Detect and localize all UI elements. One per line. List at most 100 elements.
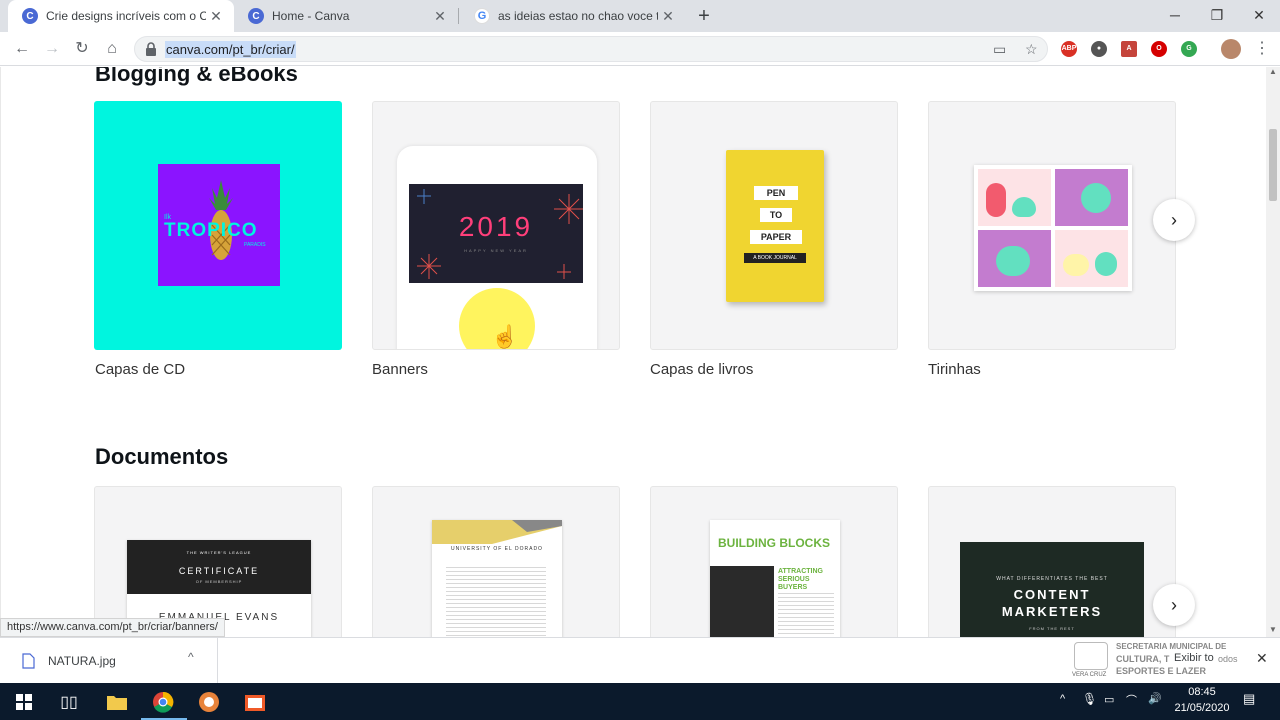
character-icon: [986, 183, 1006, 217]
url-text[interactable]: canva.com/pt_br/criar/: [165, 41, 296, 58]
presentation-title-text: CONTENT MARKETERS: [1001, 587, 1103, 619]
presentation-art: WHAT DIFFERENTIATES THE BEST CONTENT MAR…: [960, 542, 1144, 637]
tab-canva-designs[interactable]: C Crie designs incríveis com o Canva ✕: [8, 0, 234, 32]
close-tab-icon[interactable]: ✕: [658, 8, 678, 25]
tab-google-search[interactable]: G as ideias estao no chao voce tropeça ✕: [460, 0, 686, 32]
microphone-icon[interactable]: 🎙: [1082, 692, 1097, 706]
battery-icon[interactable]: ▭: [1104, 693, 1114, 706]
reload-button[interactable]: ↻: [70, 37, 94, 61]
tab-title: Crie designs incríveis com o Canva: [46, 9, 206, 23]
windows-taskbar: ▯▯ ^ 🎙 ▭ ⌒ 🔊 08:45 21/05/2020 ▤: [0, 683, 1280, 720]
google-favicon-icon: G: [474, 8, 490, 24]
book-sub-text: A BOOK JOURNAL: [744, 253, 806, 263]
scrollbar-thumb[interactable]: [1269, 129, 1277, 201]
notification-overlay: VERA CRUZ SECRETARIA MUNICIPAL DE CULTUR…: [1070, 638, 1248, 682]
notification-line-text: SECRETARIA MUNICIPAL DE: [1116, 642, 1227, 651]
certificate-title-text: CERTIFICATE: [178, 566, 260, 576]
banner-year-text: 2019: [458, 211, 534, 242]
tab-strip: C Crie designs incríveis com o Canva ✕ C…: [0, 0, 1280, 32]
extension-icon[interactable]: ●: [1091, 41, 1107, 57]
chevron-up-icon[interactable]: ^: [188, 650, 194, 664]
app-taskbar-icon[interactable]: [195, 688, 223, 716]
show-hidden-icons[interactable]: ^: [1060, 693, 1065, 705]
cd-title-text: TROPICO: [164, 220, 258, 241]
carousel-next-button[interactable]: ›: [1153, 199, 1195, 241]
card-document-newsletter[interactable]: BUILDING BLOCKS ATTRACTING SERIOUS BUYER…: [650, 486, 898, 637]
letter-body-lines: [446, 564, 546, 637]
section-title-blogging: Blogging & eBooks: [95, 67, 298, 86]
link-status-bubble: https://www.canva.com/pt_br/criar/banner…: [0, 618, 225, 637]
cd-cover-art: Ilk TROPICO PARADIS: [158, 164, 280, 286]
book-line-text: TO: [760, 208, 792, 222]
page-scrollbar[interactable]: ▲ ▼: [1266, 67, 1280, 637]
card-capas-de-livros[interactable]: PEN TO PAPER A BOOK JOURNAL: [650, 101, 898, 350]
book-cover-art: PEN TO PAPER A BOOK JOURNAL: [726, 150, 824, 302]
card-label[interactable]: Tirinhas: [928, 361, 981, 378]
action-center-icon[interactable]: ▤: [1243, 691, 1255, 707]
maximize-button[interactable]: ❐: [1197, 0, 1237, 30]
card-document-letter[interactable]: UNIVERSITY OF EL DORADO: [372, 486, 620, 637]
character-icon: [1081, 183, 1111, 213]
tab-home-canva[interactable]: C Home - Canva ✕: [234, 0, 458, 32]
hand-cursor-icon: ☝: [491, 324, 519, 349]
home-button[interactable]: ⌂: [100, 37, 124, 61]
card-document-presentation[interactable]: WHAT DIFFERENTIATES THE BEST CONTENT MAR…: [928, 486, 1176, 637]
forward-button[interactable]: →: [40, 37, 64, 61]
show-all-link[interactable]: Exibir to: [1174, 652, 1214, 664]
download-item[interactable]: NATURA.jpg ^: [0, 638, 218, 684]
profile-avatar[interactable]: [1221, 39, 1241, 59]
presentation-header-text: WHAT DIFFERENTIATES THE BEST: [996, 576, 1108, 582]
cast-icon[interactable]: ▭: [993, 41, 1006, 58]
carousel-next-button[interactable]: ›: [1153, 584, 1195, 626]
banner-sub-text: HAPPY NEW YEAR: [464, 248, 528, 253]
notification-city-text: VERA CRUZ: [1072, 672, 1107, 678]
adblock-icon[interactable]: ABP: [1061, 41, 1077, 57]
city-seal-icon: [1074, 642, 1108, 670]
scroll-down-icon[interactable]: ▼: [1269, 625, 1277, 634]
page-content: Blogging & eBooks Ilk TROPICO PARADIS Ca…: [0, 67, 1266, 637]
close-tab-icon[interactable]: ✕: [430, 8, 450, 25]
letter-art: UNIVERSITY OF EL DORADO: [432, 520, 562, 637]
minimize-button[interactable]: ─: [1155, 0, 1195, 30]
windows-start-icon[interactable]: [10, 688, 38, 716]
close-tab-icon[interactable]: ✕: [206, 8, 226, 25]
card-label[interactable]: Capas de CD: [95, 361, 185, 378]
card-banners[interactable]: 2019 HAPPY NEW YEAR ☝: [372, 101, 620, 350]
notification-line-text: odos: [1218, 654, 1238, 664]
notification-line-text: ESPORTES E LAZER: [1116, 666, 1207, 676]
canva-favicon-icon: C: [248, 8, 264, 24]
card-document-certificate[interactable]: THE WRITER'S LEAGUE CERTIFICATE OF MEMBE…: [94, 486, 342, 637]
close-window-button[interactable]: ✕: [1239, 0, 1279, 30]
task-view-icon[interactable]: ▯▯: [55, 688, 83, 716]
certificate-sub-text: OF MEMBERSHIP: [195, 579, 243, 584]
back-button[interactable]: ←: [10, 37, 34, 61]
recorder-taskbar-icon[interactable]: [241, 688, 269, 716]
card-label[interactable]: Banners: [372, 361, 428, 378]
pdf-extension-icon[interactable]: A: [1121, 41, 1137, 57]
bookmark-star-icon[interactable]: ☆: [1025, 41, 1038, 58]
green-extension-icon[interactable]: G: [1181, 41, 1197, 57]
volume-icon[interactable]: 🔊: [1148, 692, 1162, 705]
clock-time[interactable]: 08:45: [1172, 686, 1232, 698]
new-tab-button[interactable]: +: [692, 4, 716, 28]
card-label[interactable]: Capas de livros: [650, 361, 753, 378]
close-shelf-icon[interactable]: ✕: [1256, 650, 1268, 667]
opera-extension-icon[interactable]: O: [1151, 41, 1167, 57]
canva-favicon-icon: C: [22, 8, 38, 24]
comic-panel: [1055, 230, 1128, 287]
character-icon: [1012, 197, 1036, 217]
download-shelf: NATURA.jpg ^ VERA CRUZ SECRETARIA MUNICI…: [0, 637, 1280, 684]
download-filename[interactable]: NATURA.jpg: [48, 654, 116, 668]
card-tirinhas[interactable]: [928, 101, 1176, 350]
network-icon[interactable]: ⌒: [1126, 692, 1137, 708]
chrome-menu-icon[interactable]: ⋮: [1250, 37, 1274, 61]
character-icon: [996, 246, 1030, 276]
file-explorer-icon[interactable]: [103, 688, 131, 716]
address-bar[interactable]: canva.com/pt_br/criar/ ▭ ☆: [134, 36, 1048, 62]
scroll-up-icon[interactable]: ▲: [1269, 67, 1277, 76]
card-capas-de-cd[interactable]: Ilk TROPICO PARADIS: [94, 101, 342, 350]
chrome-taskbar-icon[interactable]: [149, 688, 177, 716]
clock-date[interactable]: 21/05/2020: [1170, 702, 1234, 714]
notification-line-text: CULTURA, T: [1116, 654, 1170, 664]
certificate-header-text: THE WRITER'S LEAGUE: [186, 550, 252, 555]
